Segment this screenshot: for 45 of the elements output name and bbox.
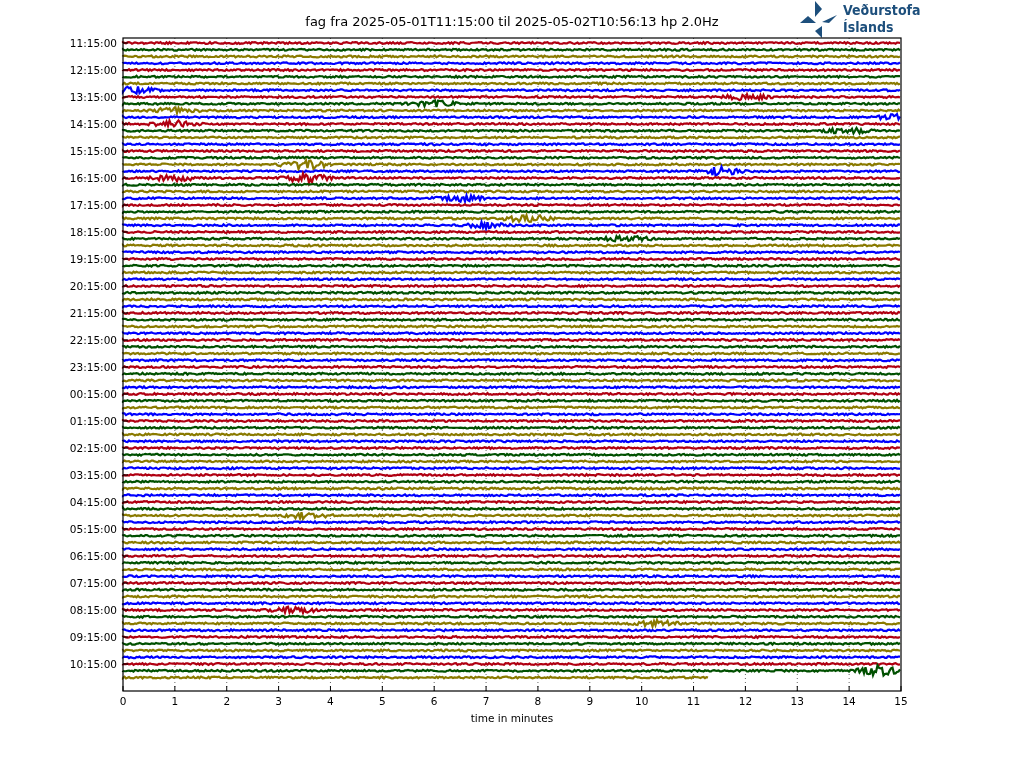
y-tick-label: 01:15:00	[69, 415, 117, 427]
y-tick-label: 23:15:00	[69, 361, 117, 373]
y-tick-label: 10:15:00	[69, 658, 117, 670]
x-tick-label: 8	[534, 695, 542, 707]
logo-icon	[800, 1, 837, 38]
y-tick-label: 14:15:00	[69, 118, 117, 130]
x-tick-label: 3	[275, 695, 282, 707]
y-tick-label: 11:15:00	[69, 37, 117, 49]
y-tick-label: 07:15:00	[69, 577, 117, 589]
logo-text: Íslands	[843, 19, 894, 35]
y-tick-label: 20:15:00	[69, 280, 117, 292]
x-tick-label: 1	[171, 695, 179, 707]
y-tick-label: 12:15:00	[69, 64, 117, 76]
y-tick-label: 13:15:00	[69, 91, 117, 103]
x-tick-label: 4	[327, 695, 334, 707]
y-tick-label: 21:15:00	[69, 307, 117, 319]
x-tick-label: 2	[223, 695, 231, 707]
x-tick-label: 11	[686, 695, 701, 707]
x-tick-label: 14	[842, 695, 856, 707]
y-tick-label: 04:15:00	[69, 496, 117, 508]
x-tick-label: 13	[790, 695, 804, 707]
y-tick-label: 19:15:00	[69, 253, 117, 265]
chart-title: fag fra 2025-05-01T11:15:00 til 2025-05-02T10:56:13 hp 2.0Hz	[305, 14, 719, 29]
x-axis-label: time in minutes	[470, 712, 554, 724]
y-tick-label: 09:15:00	[69, 631, 117, 643]
x-tick-label: 12	[738, 695, 753, 707]
x-tick-label: 0	[119, 695, 127, 707]
y-tick-label: 02:15:00	[69, 442, 117, 454]
y-tick-label: 22:15:00	[69, 334, 117, 346]
x-tick-label: 15	[894, 695, 908, 707]
x-tick-label: 10	[635, 695, 649, 707]
y-tick-label: 03:15:00	[69, 469, 117, 481]
y-tick-label: 16:15:00	[69, 172, 117, 184]
y-tick-label: 05:15:00	[69, 523, 117, 535]
x-tick-label: 6	[430, 695, 438, 707]
x-tick-label: 7	[482, 695, 490, 707]
y-tick-label: 06:15:00	[69, 550, 117, 562]
y-tick-label: 17:15:00	[69, 199, 117, 211]
y-tick-label: 18:15:00	[69, 226, 117, 238]
x-tick-label: 5	[379, 695, 386, 707]
logo-text: Veðurstofa	[843, 2, 921, 18]
x-tick-label: 9	[586, 695, 594, 707]
y-tick-label: 00:15:00	[69, 388, 117, 400]
y-tick-label: 15:15:00	[69, 145, 117, 157]
y-tick-label: 08:15:00	[69, 604, 117, 616]
